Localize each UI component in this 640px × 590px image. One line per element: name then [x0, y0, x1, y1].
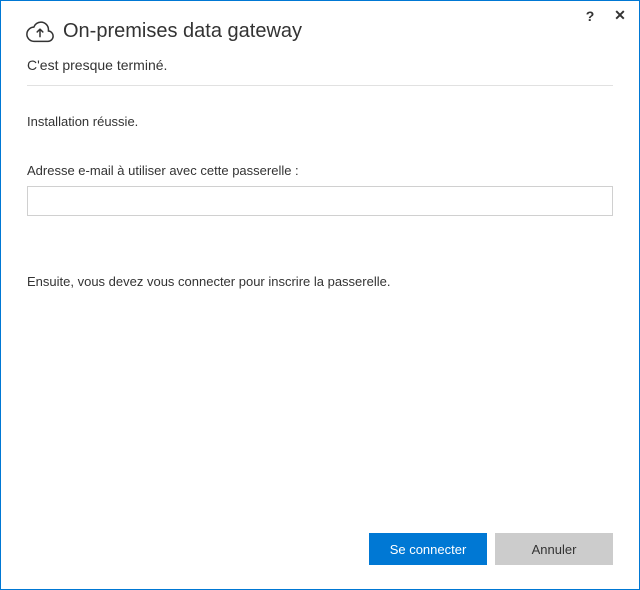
email-label: Adresse e-mail à utiliser avec cette pas…: [27, 163, 613, 178]
header: On-premises data gateway: [1, 1, 639, 51]
email-field[interactable]: [27, 186, 613, 216]
installation-status: Installation réussie.: [27, 114, 613, 129]
help-button[interactable]: ?: [581, 8, 599, 24]
subheader: C'est presque terminé.: [1, 51, 639, 85]
cancel-button[interactable]: Annuler: [495, 533, 613, 565]
app-title: On-premises data gateway: [63, 20, 302, 43]
close-button[interactable]: ✕: [611, 7, 629, 24]
window: ? ✕ On-premises data gateway C'est presq…: [0, 0, 640, 590]
cloud-upload-icon: [25, 19, 55, 43]
instruction-text: Ensuite, vous devez vous connecter pour …: [27, 274, 613, 289]
footer: Se connecter Annuler: [1, 513, 639, 589]
titlebar-controls: ? ✕: [581, 7, 629, 24]
content: Installation réussie. Adresse e-mail à u…: [1, 86, 639, 513]
connect-button[interactable]: Se connecter: [369, 533, 487, 565]
